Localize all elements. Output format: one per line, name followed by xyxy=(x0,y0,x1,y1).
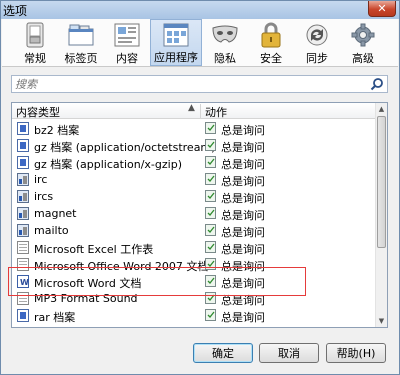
close-icon: ✕ xyxy=(377,2,387,15)
ask-icon xyxy=(205,224,216,236)
tab-applications-label: 应用程序 xyxy=(154,51,198,64)
ok-button[interactable]: 确定 xyxy=(193,343,253,363)
ask-icon xyxy=(205,241,216,253)
cancel-button[interactable]: 取消 xyxy=(259,343,319,363)
tab-sync-label: 同步 xyxy=(306,52,328,65)
magnet-icon xyxy=(17,207,29,220)
archive-icon xyxy=(17,309,29,322)
gear-icon xyxy=(349,21,377,48)
content-type-label: bz2 档案 xyxy=(34,124,80,137)
column-divider[interactable] xyxy=(200,104,201,118)
ask-icon xyxy=(205,139,216,151)
content-type-label: gz 档案 (application/octetstream) xyxy=(34,141,216,154)
archive-icon xyxy=(17,139,29,152)
tab-advanced-label: 高级 xyxy=(352,52,374,65)
action-label[interactable]: 总是询问 xyxy=(221,241,265,257)
tab-content[interactable]: 内容 xyxy=(104,19,150,66)
ask-icon xyxy=(205,207,216,219)
lock-icon xyxy=(257,21,285,48)
action-label[interactable]: 总是询问 xyxy=(221,224,265,240)
action-label[interactable]: 总是询问 xyxy=(221,156,265,172)
list-item[interactable]: ircs 总是询问 xyxy=(12,188,376,205)
ask-icon xyxy=(205,173,216,185)
list-item[interactable]: bz2 档案 总是询问 xyxy=(12,120,376,137)
help-button[interactable]: 帮助(H) xyxy=(326,343,386,363)
action-label[interactable]: 总是询问 xyxy=(221,122,265,138)
list-item[interactable]: gz 档案 (application/octetstream) 总是询问 xyxy=(12,137,376,154)
sort-arrow-icon: ▲ xyxy=(188,103,195,113)
tab-general-label: 常规 xyxy=(24,52,46,65)
tab-tabs[interactable]: 标签页 xyxy=(58,19,104,66)
content-type-label: irc xyxy=(34,173,48,186)
list-item[interactable]: magnet 总是询问 xyxy=(12,205,376,222)
list-item[interactable]: mailto 总是询问 xyxy=(12,222,376,239)
irc-icon xyxy=(17,173,29,186)
tab-advanced[interactable]: 高级 xyxy=(340,19,386,66)
column-header-type[interactable]: 内容类型 xyxy=(16,104,60,120)
list-header: 内容类型 ▲ 动作 xyxy=(12,103,376,119)
tab-security[interactable]: 安全 xyxy=(248,19,294,66)
archive-icon xyxy=(17,156,29,169)
tab-privacy-label: 隐私 xyxy=(214,52,236,65)
tab-applications[interactable]: 应用程序 xyxy=(150,19,202,66)
tab-general[interactable]: 常规 xyxy=(12,19,58,66)
excel-icon xyxy=(17,241,29,254)
content-type-label: gz 档案 (application/x-gzip) xyxy=(34,158,182,171)
ask-icon xyxy=(205,309,216,321)
search-input[interactable] xyxy=(15,77,365,91)
content-type-label: ircs xyxy=(34,190,54,203)
action-label[interactable]: 总是询问 xyxy=(221,207,265,223)
search-box[interactable] xyxy=(11,75,388,93)
sync-icon xyxy=(303,21,331,48)
list-scrollbar[interactable]: ▲ ▼ xyxy=(375,103,387,327)
options-toolbar: 常规 标签页 内容 应用程序 隐私 安全 同步 高级 xyxy=(2,19,398,67)
action-label[interactable]: 总是询问 xyxy=(221,190,265,206)
close-button[interactable]: ✕ xyxy=(368,1,396,17)
content-type-label: mailto xyxy=(34,224,69,237)
irc-icon xyxy=(17,190,29,203)
list-item[interactable]: Microsoft Excel 工作表 总是询问 xyxy=(12,239,376,256)
action-label[interactable]: 总是询问 xyxy=(221,139,265,155)
applications-icon xyxy=(162,22,190,47)
scrollbar-thumb[interactable] xyxy=(377,116,386,248)
tab-privacy[interactable]: 隐私 xyxy=(202,19,248,66)
tab-tabs-label: 标签页 xyxy=(64,52,98,65)
highlight-annotation xyxy=(8,267,306,296)
content-type-label: rar 档案 xyxy=(34,311,76,324)
ask-icon xyxy=(205,122,216,134)
options-dialog: 选项 ✕ 常规 标签页 内容 应用程序 隐私 安全 同步 高级 搜索 内容类型 … xyxy=(0,0,400,375)
content-type-label: Microsoft Excel 工作表 xyxy=(34,243,154,256)
action-label[interactable]: 总是询问 xyxy=(221,173,265,189)
mask-icon xyxy=(211,21,239,48)
tab-content-label: 内容 xyxy=(116,52,138,65)
archive-icon xyxy=(17,122,29,135)
mail-icon xyxy=(17,224,29,237)
tab-security-label: 安全 xyxy=(260,52,282,65)
switch-icon xyxy=(21,21,49,48)
list-item[interactable]: irc 总是询问 xyxy=(12,171,376,188)
scroll-down-icon[interactable]: ▼ xyxy=(376,315,387,327)
content-icon xyxy=(113,21,141,48)
search-icon[interactable] xyxy=(370,77,384,91)
tabs-icon xyxy=(67,21,95,48)
ask-icon xyxy=(205,156,216,168)
ask-icon xyxy=(205,190,216,202)
title-bar[interactable]: 选项 ✕ xyxy=(1,1,399,19)
content-type-label: magnet xyxy=(34,207,77,220)
window-title: 选项 xyxy=(3,4,28,18)
list-item[interactable]: rar 档案 总是询问 xyxy=(12,307,376,324)
action-label[interactable]: 总是询问 xyxy=(221,309,265,325)
list-item[interactable]: gz 档案 (application/x-gzip) 总是询问 xyxy=(12,154,376,171)
column-header-action[interactable]: 动作 xyxy=(205,104,227,120)
scroll-up-icon[interactable]: ▲ xyxy=(376,103,387,115)
tab-sync[interactable]: 同步 xyxy=(294,19,340,66)
